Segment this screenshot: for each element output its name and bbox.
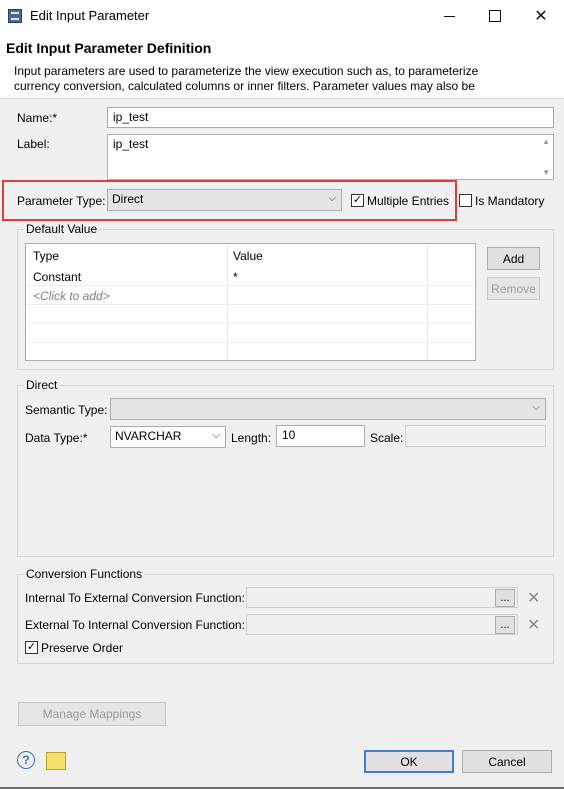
parameter-type-value: Direct [112,192,144,206]
label-label: Label: [17,137,50,151]
name-value: ip_test [113,110,149,124]
cancel-button[interactable]: Cancel [462,750,552,773]
preserve-order-label: Preserve Order [41,641,124,655]
minimize-button[interactable] [426,0,472,32]
dialog-heading: Edit Input Parameter Definition [6,40,212,56]
name-input[interactable]: ip_test [107,107,554,128]
close-button[interactable]: ✕ [518,0,564,32]
help-icon[interactable]: ? [17,751,35,769]
ok-button[interactable]: OK [364,750,454,773]
column-header-type[interactable]: Type [33,249,59,263]
maximize-icon [489,10,501,22]
parameter-type-select[interactable]: Direct ⌵ [107,189,342,211]
maximize-button[interactable] [472,0,518,32]
ext-to-int-clear-icon[interactable]: ✕ [527,615,540,635]
chevron-down-icon: ⌵ [212,430,220,441]
semantic-type-label: Semantic Type: [25,403,108,417]
default-value-table[interactable]: Type Value Constant * <Click to add> [25,243,476,361]
scroll-down-icon[interactable]: ▼ [542,168,550,177]
int-to-ext-label: Internal To External Conversion Function… [25,591,245,605]
int-to-ext-input[interactable] [246,587,518,608]
remove-button[interactable]: Remove [487,277,540,300]
column-header-value[interactable]: Value [233,249,263,263]
is-mandatory-label: Is Mandatory [475,194,545,208]
click-to-add-row[interactable]: <Click to add> [33,289,110,303]
length-input[interactable]: 10 [276,425,365,447]
app-icon [8,9,22,23]
minimize-icon [443,15,455,17]
int-to-ext-browse-button[interactable]: ... [495,589,515,607]
scroll-up-icon[interactable]: ▲ [542,137,550,146]
conversion-functions-title: Conversion Functions [24,567,145,581]
data-type-select[interactable]: NVARCHAR ⌵ [110,426,226,448]
label-value: ip_test [113,137,149,151]
direct-title: Direct [24,378,60,392]
multiple-entries-label: Multiple Entries [367,194,450,208]
window-title: Edit Input Parameter [30,8,150,23]
parameter-type-label: Parameter Type: [17,194,106,208]
default-value-title: Default Value [24,222,100,236]
int-to-ext-clear-icon[interactable]: ✕ [527,588,540,608]
scale-input[interactable] [405,425,546,447]
semantic-type-select[interactable]: ⌵ [110,398,546,420]
is-mandatory-checkbox[interactable] [459,194,472,207]
scale-label: Scale: [370,431,404,445]
chevron-down-icon: ⌵ [328,193,336,204]
table-cell-value[interactable]: * [233,270,238,284]
ext-to-int-label: External To Internal Conversion Function… [25,618,245,632]
preserve-order-checkbox[interactable]: ✓ [25,641,38,654]
name-label: Name:* [17,111,58,125]
label-textarea[interactable]: ip_test ▲ ▼ [107,134,554,180]
manage-mappings-button[interactable]: Manage Mappings [18,702,166,726]
table-cell-type[interactable]: Constant [33,270,81,284]
add-button[interactable]: Add [487,247,540,270]
row-divider [26,323,475,324]
row-divider [26,304,475,305]
check-icon: ✓ [26,641,37,653]
check-icon: ✓ [352,194,363,206]
data-type-value: NVARCHAR [115,429,182,443]
note-icon[interactable] [46,752,66,770]
length-value: 10 [282,428,296,442]
ext-to-int-browse-button[interactable]: ... [495,616,515,634]
dialog-description: Input parameters are used to parameteriz… [14,64,479,93]
row-divider [26,342,475,343]
chevron-down-icon: ⌵ [532,402,540,413]
close-icon: ✕ [534,8,548,25]
length-label: Length: [231,431,272,445]
multiple-entries-checkbox[interactable]: ✓ [351,194,364,207]
ext-to-int-input[interactable] [246,614,518,635]
row-divider [26,285,475,286]
data-type-label: Data Type:* [25,431,88,445]
